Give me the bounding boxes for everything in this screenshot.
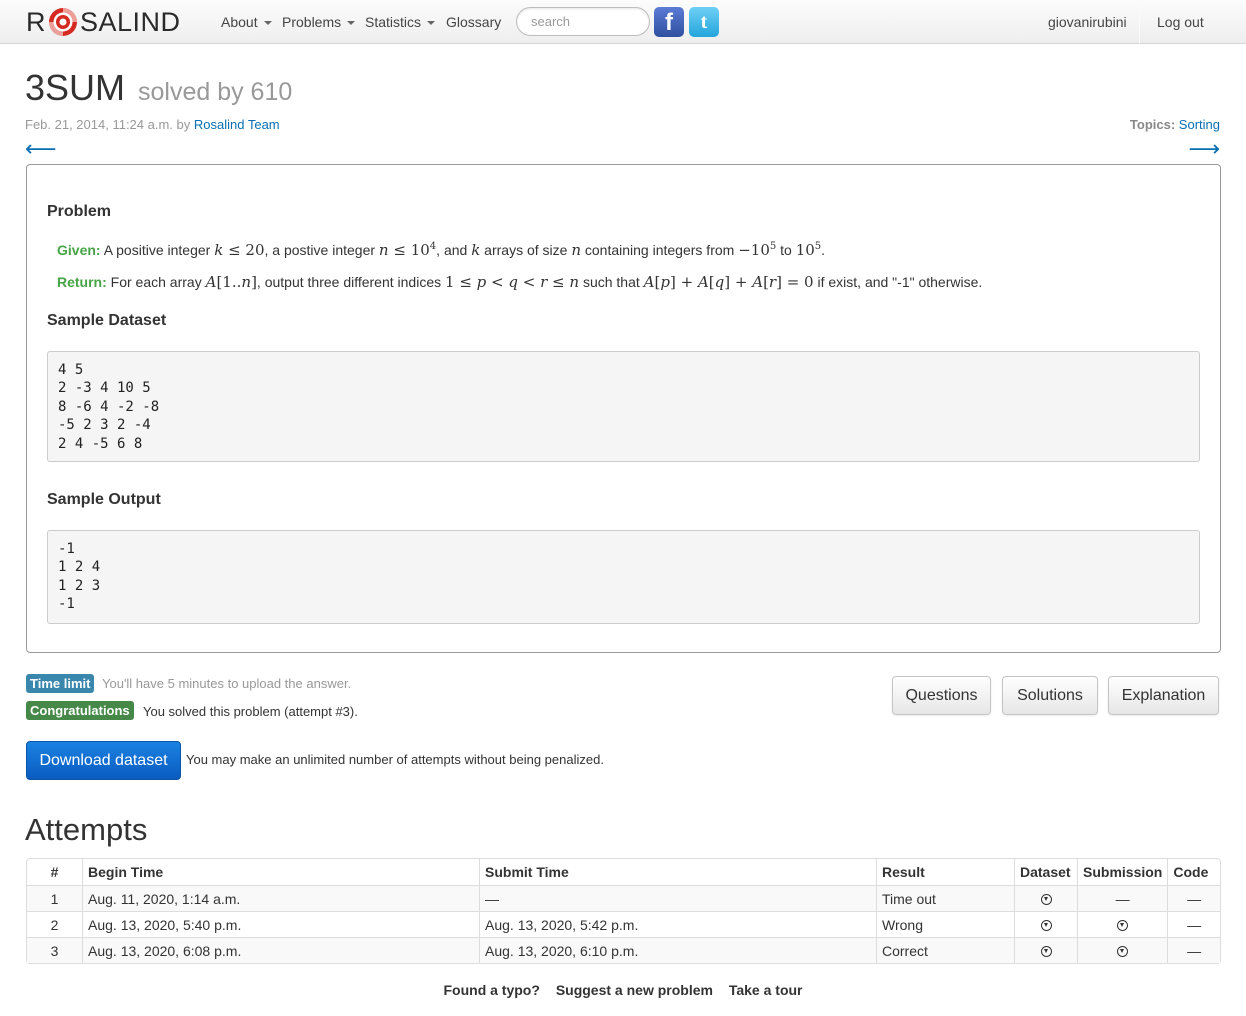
attempt-submit-time: Aug. 13, 2020, 5:42 p.m. — [479, 911, 876, 937]
search-input[interactable] — [516, 7, 650, 36]
attempt-result: Correct — [876, 937, 1014, 963]
time-limit-badge: Time limit — [26, 674, 95, 693]
caret-down-icon — [347, 21, 356, 26]
caret-down-icon — [263, 21, 272, 26]
download-dataset-icon[interactable] — [1040, 894, 1052, 906]
topics: Topics: Sorting — [1130, 116, 1220, 134]
problem-meta: Feb. 21, 2014, 11:24 a.m. by Rosalind Te… — [25, 116, 280, 134]
caret-down-icon — [427, 21, 436, 26]
attempt-number: 1 — [27, 885, 82, 911]
prev-problem-arrow-icon[interactable]: ⟵ — [25, 136, 57, 162]
topics-label: Topics: — [1129, 117, 1176, 132]
attempt-submission: — — [1077, 885, 1168, 911]
table-header-row: # Begin Time Submit Time Result Dataset … — [27, 859, 1220, 885]
attempts-table: # Begin Time Submit Time Result Dataset … — [26, 858, 1221, 964]
return-label: Return: — [57, 274, 107, 290]
download-dataset-button[interactable]: Download dataset — [26, 741, 181, 780]
facebook-icon[interactable]: f — [654, 7, 684, 37]
download-note: You may make an unlimited number of atte… — [186, 752, 604, 767]
nav-divider — [1139, 0, 1140, 44]
navbar: R SALIND About Problems Statistics Gloss… — [0, 0, 1246, 44]
nav-problems-menu[interactable]: Problems — [282, 0, 356, 44]
problem-given: Given: A positive integer k ≤ 20, a post… — [57, 241, 826, 259]
congratulations-text: You solved this problem (attempt #3). — [143, 704, 358, 719]
user-profile-link[interactable]: giovanirubini — [1048, 0, 1127, 44]
take-tour-link[interactable]: Take a tour — [729, 982, 803, 998]
logout-link[interactable]: Log out — [1157, 0, 1204, 44]
attempt-dataset — [1014, 937, 1077, 963]
attempt-code: — — [1167, 885, 1220, 911]
column-header-submission: Submission — [1077, 859, 1167, 885]
nav-about-label: About — [221, 14, 258, 30]
questions-button[interactable]: Questions — [892, 676, 991, 715]
nav-about-menu[interactable]: About — [221, 0, 272, 44]
attempt-begin-time: Aug. 13, 2020, 6:08 p.m. — [82, 937, 479, 963]
column-header-begin-time: Begin Time — [82, 859, 479, 885]
sample-dataset-heading: Sample Dataset — [47, 312, 167, 329]
attempt-number: 3 — [27, 937, 82, 963]
problem-return: Return: For each array A[1..n], output t… — [57, 273, 983, 291]
rosalind-logo[interactable]: R SALIND — [26, 4, 181, 40]
footer: Found a typo? Suggest a new problem Take… — [0, 982, 1246, 998]
attempt-result: Time out — [876, 885, 1014, 911]
attempt-dataset — [1014, 885, 1077, 911]
attempt-number: 2 — [27, 911, 82, 937]
twitter-icon[interactable]: t — [689, 7, 719, 37]
download-dataset-icon[interactable] — [1040, 920, 1052, 932]
column-header-number: # — [50, 864, 59, 880]
table-row: 2 Aug. 13, 2020, 5:40 p.m. Aug. 13, 2020… — [27, 911, 1220, 937]
solutions-button[interactable]: Solutions — [1002, 676, 1098, 715]
sample-dataset-block: 4 5 2 -3 4 10 5 8 -6 4 -2 -8 -5 2 3 2 -4… — [47, 351, 1200, 462]
attempt-dataset — [1014, 911, 1077, 937]
attempts-heading: Attempts — [25, 812, 148, 847]
found-typo-link[interactable]: Found a typo? — [443, 982, 539, 998]
sample-output-block: -1 1 2 4 1 2 3 -1 — [47, 530, 1200, 624]
problem-date: Feb. 21, 2014, 11:24 a.m. by — [25, 117, 191, 132]
attempt-submit-time: Aug. 13, 2020, 6:10 p.m. — [479, 937, 876, 963]
congratulations-badge: Congratulations — [26, 701, 134, 720]
nav-statistics-label: Statistics — [365, 14, 422, 30]
column-header-code: Code — [1167, 859, 1220, 885]
problem-heading: Problem — [47, 203, 112, 220]
download-submission-icon[interactable] — [1117, 920, 1129, 932]
page-title: 3SUM — [25, 67, 126, 108]
topic-link-sorting[interactable]: Sorting — [1179, 117, 1220, 132]
nav-problems-label: Problems — [282, 14, 342, 30]
next-problem-arrow-icon[interactable]: ⟶ — [1188, 136, 1220, 162]
download-dataset-icon[interactable] — [1040, 946, 1052, 958]
explanation-button[interactable]: Explanation — [1108, 676, 1219, 715]
author-link[interactable]: Rosalind Team — [194, 117, 280, 132]
column-header-submit-time: Submit Time — [479, 859, 876, 885]
suggest-problem-link[interactable]: Suggest a new problem — [556, 982, 713, 998]
problem-box: Problem Given: A positive integer k ≤ 20… — [26, 164, 1221, 653]
given-label: Given: — [57, 242, 101, 258]
attempt-code: — — [1167, 911, 1220, 937]
sample-output-heading: Sample Output — [47, 491, 161, 508]
download-submission-icon[interactable] — [1117, 946, 1129, 958]
attempt-submission — [1077, 911, 1168, 937]
solved-count: solved by 610 — [138, 78, 293, 106]
column-header-result: Result — [876, 859, 1014, 885]
nav-statistics-menu[interactable]: Statistics — [365, 0, 436, 44]
attempt-begin-time: Aug. 11, 2020, 1:14 a.m. — [82, 885, 479, 911]
attempt-result: Wrong — [876, 911, 1014, 937]
table-row: 3 Aug. 13, 2020, 6:08 p.m. Aug. 13, 2020… — [27, 937, 1220, 963]
attempt-submit-time: — — [479, 885, 876, 911]
nav-glossary-link[interactable]: Glossary — [446, 0, 501, 44]
brand-text-left: R — [26, 7, 46, 37]
attempt-code: — — [1167, 937, 1220, 963]
rose-logo-icon — [49, 8, 77, 36]
attempt-submission — [1077, 937, 1168, 963]
attempt-begin-time: Aug. 13, 2020, 5:40 p.m. — [82, 911, 479, 937]
time-limit-text: You'll have 5 minutes to upload the answ… — [102, 676, 352, 691]
column-header-dataset: Dataset — [1014, 859, 1077, 885]
brand-text-right: SALIND — [80, 7, 181, 37]
table-row: 1 Aug. 11, 2020, 1:14 a.m. — Time out — … — [27, 885, 1220, 911]
